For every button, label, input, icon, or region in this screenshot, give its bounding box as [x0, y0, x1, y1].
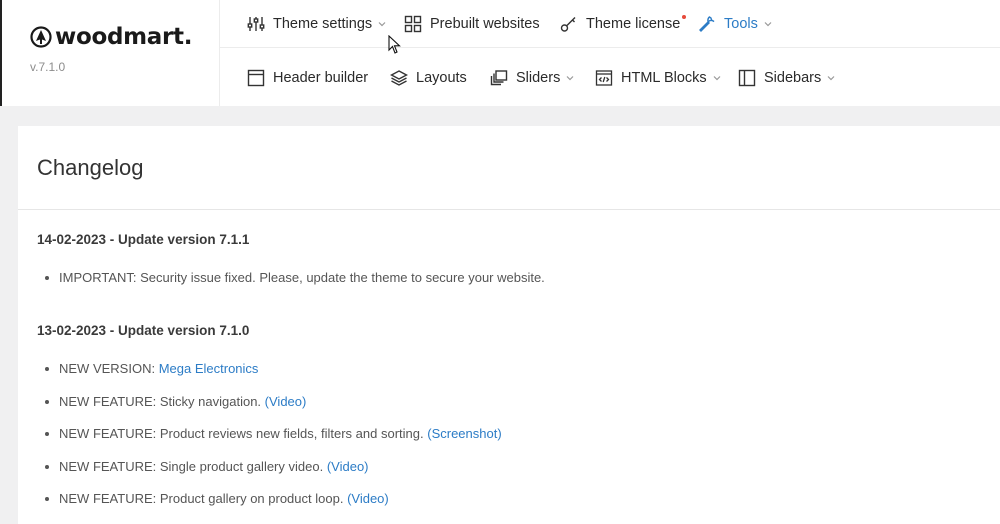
- woodmart-logo[interactable]: woodmart.: [30, 24, 192, 50]
- nav-label: Prebuilt websites: [430, 15, 540, 32]
- nav-label: Sliders: [516, 70, 561, 86]
- sidebar-icon: [738, 69, 756, 87]
- chevron-down-icon: [378, 21, 386, 26]
- list-item: NEW FEATURE: Single product gallery vide…: [45, 459, 369, 474]
- nav-sliders[interactable]: Sliders: [490, 69, 575, 87]
- entry-date: 14-02-2023 - Update version 7.1.1: [37, 232, 250, 247]
- entry-date: 13-02-2023 - Update version 7.1.0: [37, 323, 250, 338]
- notification-dot: [682, 14, 687, 19]
- nav-tools[interactable]: Tools: [698, 15, 773, 33]
- layers-icon: [390, 70, 408, 86]
- nav-row-primary: Theme settings Prebuilt websites Theme l…: [220, 0, 1000, 48]
- admin-header: woodmart. v.7.1.0 Theme settings Prebuil…: [0, 0, 1000, 106]
- changelog-link[interactable]: (Video): [327, 459, 369, 474]
- chevron-down-icon: [566, 76, 574, 81]
- list-item: NEW FEATURE: Product reviews new fields,…: [45, 426, 502, 441]
- tree-logo-icon: [30, 26, 52, 48]
- list-item: NEW FEATURE: Sticky navigation. (Video): [45, 394, 306, 409]
- key-icon: [560, 16, 576, 32]
- nav-label: HTML Blocks: [621, 70, 707, 86]
- changelog-link[interactable]: (Video): [265, 394, 307, 409]
- list-item: NEW VERSION: Mega Electronics: [45, 361, 258, 376]
- nav-label: Tools: [724, 15, 758, 32]
- changelog-panel: Changelog 14-02-2023 - Update version 7.…: [18, 126, 1000, 524]
- nav-row-secondary: Header builder Layouts Sliders HTML Bloc…: [220, 54, 1000, 102]
- grid-icon: [404, 15, 422, 32]
- changelog-link[interactable]: (Video): [347, 491, 389, 506]
- chevron-down-icon: [713, 76, 721, 81]
- chevron-down-icon: [764, 21, 772, 26]
- page-title: Changelog: [37, 154, 144, 180]
- nav-header-builder[interactable]: Header builder: [247, 69, 368, 87]
- theme-version: v.7.1.0: [30, 60, 66, 74]
- changelog-link[interactable]: Mega Electronics: [159, 361, 259, 376]
- nav-label: Theme settings: [273, 15, 373, 32]
- logo-text: woodmart.: [55, 24, 193, 50]
- chevron-down-icon: [827, 76, 835, 81]
- code-icon: [595, 70, 613, 86]
- nav-html-blocks[interactable]: HTML Blocks: [595, 69, 722, 87]
- nav-theme-license[interactable]: Theme license: [560, 14, 687, 33]
- nav-label: Layouts: [416, 70, 467, 86]
- nav-prebuilt-websites[interactable]: Prebuilt websites: [404, 15, 540, 33]
- nav-theme-settings[interactable]: Theme settings: [247, 15, 387, 33]
- mouse-cursor-icon: [388, 35, 401, 54]
- nav-layouts[interactable]: Layouts: [390, 69, 467, 87]
- sliders-icon: [247, 16, 265, 31]
- nav-label: Theme license: [586, 15, 681, 32]
- wrench-icon: [699, 15, 715, 32]
- list-item: IMPORTANT: Security issue fixed. Please,…: [45, 270, 545, 285]
- brand-area: woodmart. v.7.1.0: [2, 0, 220, 106]
- nav-label: Sidebars: [764, 70, 822, 86]
- nav-label: Header builder: [273, 70, 369, 86]
- list-item: NEW FEATURE: Product gallery on product …: [45, 491, 389, 506]
- nav-sidebars[interactable]: Sidebars: [738, 69, 836, 87]
- slides-icon: [490, 70, 508, 86]
- header-layout-icon: [247, 69, 265, 87]
- changelog-link[interactable]: (Screenshot): [427, 426, 501, 441]
- panel-header: Changelog: [18, 126, 1000, 210]
